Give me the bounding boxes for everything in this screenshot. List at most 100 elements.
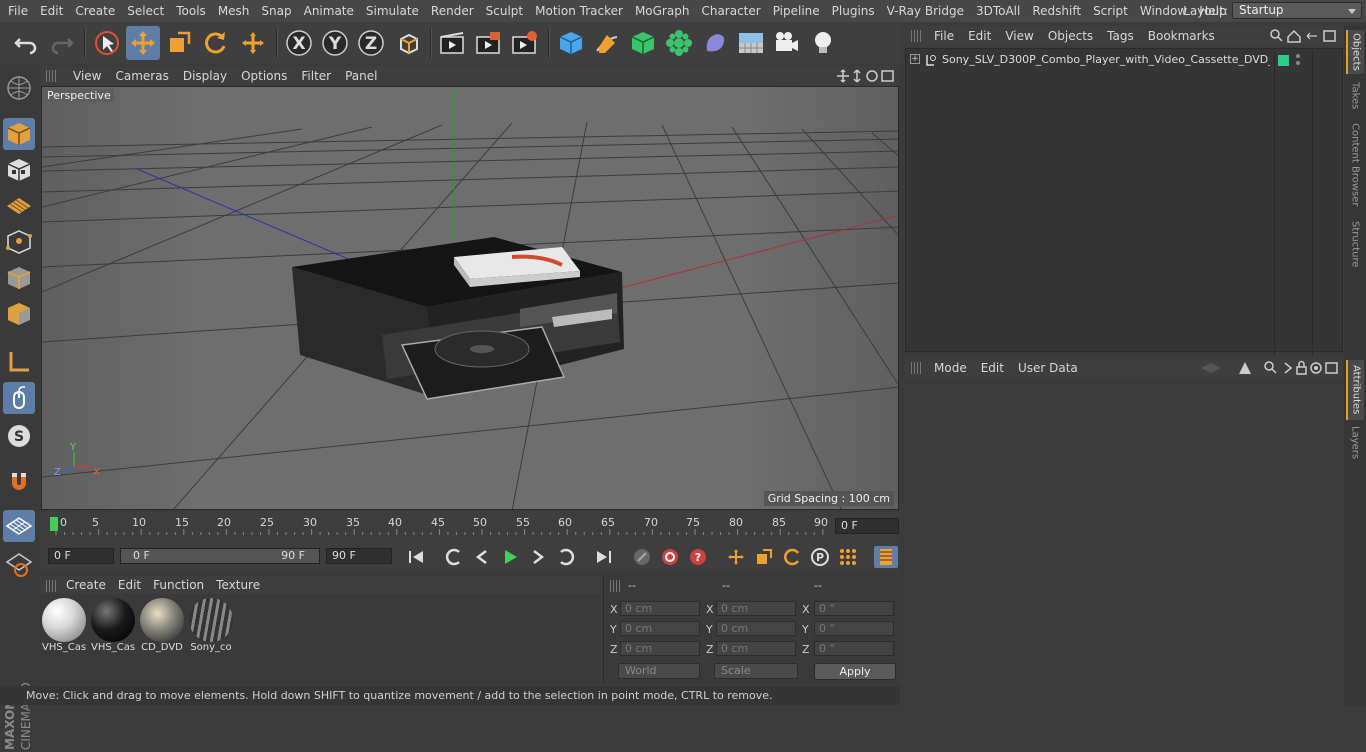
menu-vray-bridge[interactable]: V-Ray Bridge [881, 0, 970, 22]
menu-edit[interactable]: Edit [34, 0, 69, 22]
panel-grip[interactable] [610, 580, 620, 592]
tab-objects[interactable]: Objects [1346, 30, 1364, 74]
viewport-menu-options[interactable]: Options [234, 69, 294, 83]
texture-mode-icon[interactable] [3, 154, 35, 186]
viewport-menu-cameras[interactable]: Cameras [108, 69, 175, 83]
position-z-field[interactable]: 0 cm [620, 641, 700, 656]
viewport-menu-display[interactable]: Display [176, 69, 234, 83]
menu-character[interactable]: Character [695, 0, 766, 22]
edges-mode-icon[interactable] [3, 262, 35, 294]
menu-plugins[interactable]: Plugins [826, 0, 881, 22]
previous-frame-icon[interactable] [470, 546, 494, 568]
viewport-menu-panel[interactable]: Panel [338, 69, 384, 83]
objects-menu-view[interactable]: View [998, 29, 1040, 43]
polygons-mode-icon[interactable] [3, 298, 35, 330]
menu-redshift[interactable]: Redshift [1026, 0, 1087, 22]
expand-toggle-icon[interactable]: + [910, 54, 920, 64]
size-y-field[interactable]: 0 cm [716, 621, 796, 636]
viewport-navigation-icons[interactable] [836, 68, 896, 84]
axis-mode-icon[interactable] [3, 346, 35, 378]
attributes-menu-user-data[interactable]: User Data [1011, 361, 1085, 375]
tab-layers[interactable]: Layers [1346, 424, 1364, 462]
move-tool-icon[interactable] [126, 26, 160, 60]
objects-menu-file[interactable]: File [927, 29, 961, 43]
undo-icon[interactable] [9, 26, 43, 60]
key-rotation-icon[interactable] [780, 546, 804, 568]
panel-grip[interactable] [46, 70, 56, 82]
subdivision-surface-icon[interactable] [626, 26, 660, 60]
z-axis-lock-icon[interactable]: Z [354, 26, 388, 60]
tab-content-browser[interactable]: Content Browser [1346, 118, 1364, 212]
menu-sculpt[interactable]: Sculpt [480, 0, 529, 22]
menu-pipeline[interactable]: Pipeline [767, 0, 826, 22]
live-selection-icon[interactable] [90, 26, 124, 60]
menu-file[interactable]: File [2, 0, 34, 22]
render-to-picture-viewer-icon[interactable] [471, 26, 505, 60]
panel-grip[interactable] [911, 362, 921, 374]
material-swatch[interactable]: Sony_co [189, 598, 233, 656]
y-axis-lock-icon[interactable]: Y [318, 26, 352, 60]
layout-dropdown[interactable]: Startup [1232, 2, 1362, 19]
light-icon[interactable] [806, 26, 840, 60]
cloner-icon[interactable] [662, 26, 696, 60]
menu-motion-tracker[interactable]: Motion Tracker [529, 0, 629, 22]
apply-button[interactable]: Apply [814, 663, 896, 680]
size-z-field[interactable]: 0 cm [716, 641, 796, 656]
camera-icon[interactable] [770, 26, 804, 60]
make-editable-icon[interactable] [3, 72, 35, 104]
material-menu-create[interactable]: Create [60, 578, 112, 592]
end-frame-field[interactable]: 90 F [326, 548, 392, 564]
layer-color-tag[interactable] [1278, 55, 1289, 66]
redo-icon[interactable] [45, 26, 79, 60]
start-frame-field[interactable]: 0 F [48, 548, 114, 564]
menu-snap[interactable]: Snap [255, 0, 297, 22]
rotation-b-field[interactable]: 0 ° [814, 641, 894, 656]
timeline-ruler[interactable]: 0 5 10 15 20 25 30 35 40 45 50 55 60 65 … [40, 512, 900, 542]
points-mode-icon[interactable] [3, 226, 35, 258]
timeline-ticks[interactable]: 0 5 10 15 20 25 30 35 40 45 50 55 60 65 … [48, 515, 828, 535]
material-swatch[interactable]: VHS_Cas [42, 598, 86, 656]
workplane-mode-icon[interactable] [3, 190, 35, 222]
panel-grip[interactable] [911, 30, 921, 42]
objects-menu-edit[interactable]: Edit [961, 29, 998, 43]
material-swatch[interactable]: CD_DVD [140, 598, 184, 656]
floor-environment-icon[interactable] [734, 26, 768, 60]
tab-attributes[interactable]: Attributes [1346, 360, 1364, 420]
menu-animate[interactable]: Animate [298, 0, 360, 22]
next-frame-icon[interactable] [526, 546, 550, 568]
solo-mode-icon[interactable]: S [3, 420, 35, 452]
keyframe-selection-icon[interactable]: ? [686, 546, 710, 568]
key-parameter-icon[interactable]: P [808, 546, 832, 568]
objects-menu-objects[interactable]: Objects [1041, 29, 1100, 43]
attribute-manager-header-icons[interactable] [1199, 360, 1339, 376]
object-name[interactable]: Sony_SLV_D300P_Combo_Player_with_Video_C… [942, 53, 1270, 66]
material-menu-texture[interactable]: Texture [210, 578, 266, 592]
key-scale-icon[interactable] [752, 546, 776, 568]
render-settings-icon[interactable] [507, 26, 541, 60]
menu-3dtoall[interactable]: 3DToAll [970, 0, 1026, 22]
tweak-mode-icon[interactable] [3, 382, 35, 414]
attributes-menu-edit[interactable]: Edit [974, 361, 1011, 375]
material-menu-function[interactable]: Function [147, 578, 210, 592]
key-position-icon[interactable] [724, 546, 748, 568]
render-view-icon[interactable] [435, 26, 469, 60]
x-axis-lock-icon[interactable]: X [282, 26, 316, 60]
model-mode-icon[interactable] [3, 118, 35, 150]
previous-key-icon[interactable] [442, 546, 466, 568]
viewport-menu-filter[interactable]: Filter [294, 69, 338, 83]
menu-select[interactable]: Select [121, 0, 170, 22]
go-to-end-icon[interactable] [592, 546, 616, 568]
attributes-menu-mode[interactable]: Mode [927, 361, 974, 375]
deformer-icon[interactable] [698, 26, 732, 60]
snap-magnet-icon[interactable] [3, 466, 35, 498]
size-mode-dropdown[interactable]: Scale [714, 663, 798, 679]
menu-simulate[interactable]: Simulate [360, 0, 425, 22]
locked-workplane-icon[interactable] [3, 548, 35, 580]
menu-mograph[interactable]: MoGraph [629, 0, 696, 22]
object-manager-header-icons[interactable] [1269, 28, 1339, 44]
workplane-snap-icon[interactable] [3, 510, 35, 542]
menu-render[interactable]: Render [425, 0, 480, 22]
material-menu-edit[interactable]: Edit [112, 578, 147, 592]
autokeying-icon[interactable] [658, 546, 682, 568]
editor-visibility-dot[interactable] [1296, 54, 1300, 58]
